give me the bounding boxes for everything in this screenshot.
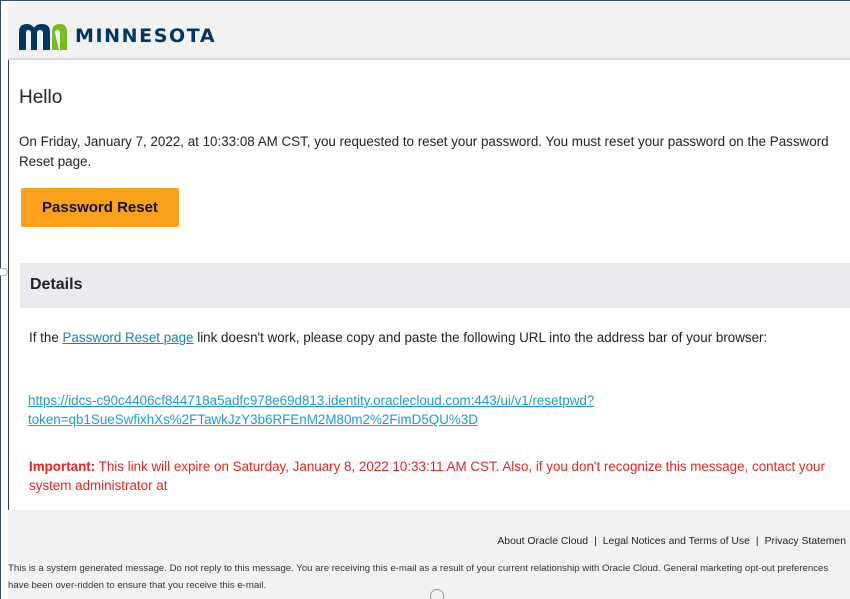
reset-url-line1[interactable]: https://idcs-c90c4406cf844718a5adfc978e6…	[28, 391, 828, 410]
details-text-after: link doesn't work, please copy and paste…	[193, 330, 768, 345]
email-body: Hello On Friday, January 7, 2022, at 10:…	[8, 60, 850, 510]
footer-links: About Oracle Cloud | Legal Notices and Ter…	[497, 536, 846, 547]
side-handle-icon	[0, 268, 8, 276]
details-section-header: Details	[20, 263, 850, 308]
logo-text: MINNESOTA	[75, 25, 217, 47]
email-footer: About Oracle Cloud | Legal Notices and Ter…	[8, 510, 850, 599]
password-reset-page-link[interactable]: Password Reset page	[63, 330, 194, 345]
mn-logo-icon	[19, 24, 67, 50]
intro-text: On Friday, January 7, 2022, at 10:33:08 …	[19, 134, 829, 169]
circle-icon	[430, 589, 444, 599]
reset-url-link[interactable]: https://idcs-c90c4406cf844718a5adfc978e6…	[28, 391, 828, 429]
footer-note: This is a system generated message. Do n…	[8, 563, 829, 591]
details-text-before: If the	[29, 330, 63, 345]
footer-link-privacy[interactable]: Privacy Statemen	[765, 536, 846, 547]
footer-separator: |	[594, 536, 597, 547]
important-text: This link will expire on Saturday, Janua…	[29, 459, 825, 493]
reset-url-line2[interactable]: token=qb1SueSwfixhXs%2FTawkJzY3b6RFEnM2M…	[28, 410, 828, 429]
password-reset-button[interactable]: Password Reset	[21, 188, 179, 227]
important-notice: Important: This link will expire on Satu…	[29, 457, 829, 495]
footer-link-about[interactable]: About Oracle Cloud	[497, 536, 588, 547]
footer-separator: |	[755, 536, 759, 547]
details-title: Details	[30, 276, 83, 293]
details-paragraph: If the Password Reset page link doesn't …	[29, 328, 829, 347]
minnesota-logo: MINNESOTA	[19, 22, 216, 50]
greeting: Hello	[19, 87, 63, 108]
important-label: Important:	[29, 459, 96, 474]
email-header: MINNESOTA	[8, 2, 850, 60]
footer-link-legal[interactable]: Legal Notices and Terms of Use	[603, 536, 750, 547]
